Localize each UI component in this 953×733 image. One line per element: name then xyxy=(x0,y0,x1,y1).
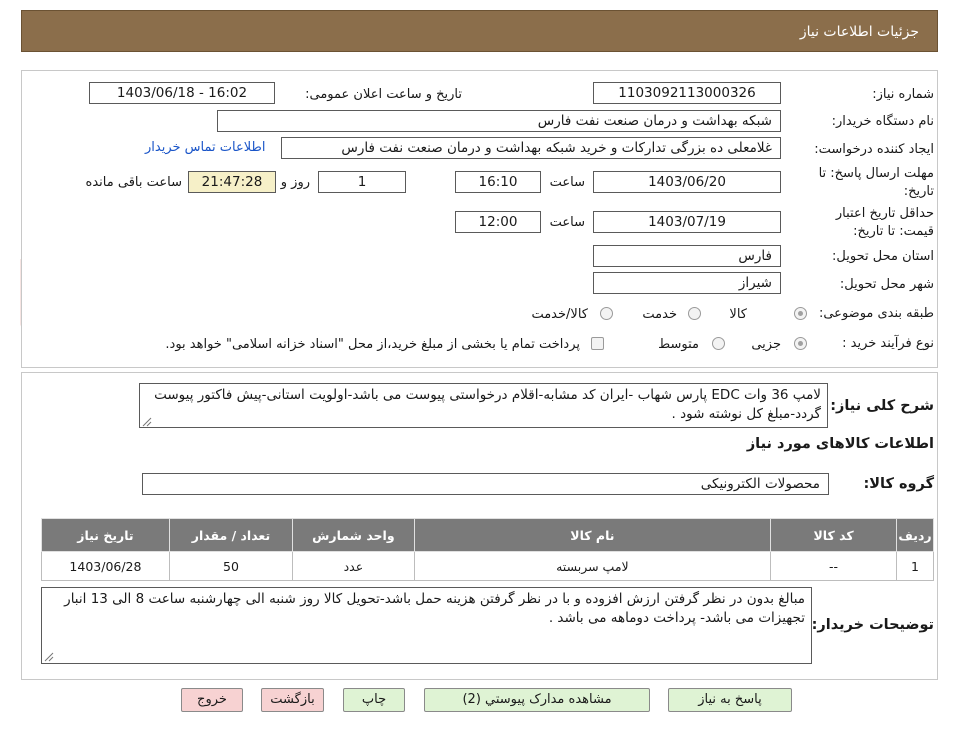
announce-field: 1403/06/18 - 16:02 xyxy=(89,82,275,104)
col-item-name: نام کالا xyxy=(413,518,772,552)
announce-label: تاریخ و ساعت اعلان عمومی: xyxy=(305,87,462,102)
page-header: جزئیات اطلاعات نیاز xyxy=(21,10,938,52)
province-label: استان محل تحویل: xyxy=(832,249,934,264)
view-attachments-button[interactable]: مشاهده مدارک پیوستي (2) xyxy=(424,688,650,712)
cell-item-code: -- xyxy=(770,551,897,581)
validity-time-field: 12:00 xyxy=(455,211,541,233)
col-unit: واحد شمارش xyxy=(292,518,415,552)
process-radio-minor[interactable] xyxy=(794,337,807,350)
category-radio-goods[interactable] xyxy=(794,307,807,320)
city-label: شهر محل تحویل: xyxy=(839,277,934,292)
treasury-payment-checkbox[interactable] xyxy=(591,337,604,350)
category-label: طبقه بندی موضوعی: xyxy=(818,306,934,321)
category-option-goods-service: کالا/خدمت xyxy=(531,307,588,322)
items-section-title: اطلاعات کالاهای مورد نیاز xyxy=(746,436,934,452)
need-number-field: 1103092113000326 xyxy=(593,82,781,104)
col-row: ردیف xyxy=(895,518,935,552)
remaining-time-field: 21:47:28 xyxy=(188,171,276,193)
validity-label-line1: حداقل تاریخ اعتبار xyxy=(835,206,934,221)
category-radio-service[interactable] xyxy=(688,307,701,320)
summary-label: شرح کلی نیاز: xyxy=(830,398,934,414)
back-button[interactable]: بازگشت xyxy=(261,688,324,712)
category-radio-goods-service[interactable] xyxy=(600,307,613,320)
creator-label: ایجاد کننده درخواست: xyxy=(814,142,934,157)
need-number-label: شماره نیاز: xyxy=(872,87,934,102)
process-option-minor: جزیی xyxy=(751,337,781,352)
buyer-org-label: نام دستگاه خریدار: xyxy=(831,114,934,129)
print-button[interactable]: چاپ xyxy=(343,688,405,712)
process-radio-medium[interactable] xyxy=(712,337,725,350)
reply-button[interactable]: پاسخ به نیاز xyxy=(668,688,792,712)
cell-quantity: 50 xyxy=(168,551,294,581)
col-quantity: تعداد / مقدار xyxy=(168,518,294,552)
cell-row-number: 1 xyxy=(895,551,935,581)
items-table-header: تاریخ نیاز تعداد / مقدار واحد شمارش نام … xyxy=(41,518,935,552)
province-field: فارس xyxy=(593,245,781,267)
table-row: 1403/06/28 50 عدد لامپ سربسته -- 1 xyxy=(41,551,935,581)
creator-field: غلامعلی ده بزرگی تدارکات و خرید شبکه بهد… xyxy=(281,137,781,159)
days-label: روز و xyxy=(280,175,310,190)
col-need-date: تاریخ نیاز xyxy=(41,518,170,552)
resize-grip-icon[interactable] xyxy=(142,417,152,427)
validity-date-field: 1403/07/19 xyxy=(593,211,781,233)
deadline-time-field: 16:10 xyxy=(455,171,541,193)
remaining-label: ساعت باقی مانده xyxy=(85,175,182,190)
buyer-notes-text: مبالغ بدون در نظر گرفتن ارزش افزوده و با… xyxy=(64,591,805,626)
deadline-time-label: ساعت xyxy=(549,175,585,190)
city-field: شیراز xyxy=(593,272,781,294)
summary-text: لامپ 36 وات EDC پارس شهاب -ایران کد مشاب… xyxy=(154,387,821,422)
deadline-date-field: 1403/06/20 xyxy=(593,171,781,193)
exit-button[interactable]: خروج xyxy=(181,688,243,712)
resize-grip-icon[interactable] xyxy=(44,652,54,662)
buyer-org-field: شبکه بهداشت و درمان صنعت نفت فارس xyxy=(217,110,781,132)
treasury-payment-note: پرداخت تمام یا بخشی از مبلغ خرید،از محل … xyxy=(165,337,580,352)
buyer-notes-textarea: مبالغ بدون در نظر گرفتن ارزش افزوده و با… xyxy=(41,587,812,664)
buyer-contact-link[interactable]: اطلاعات تماس خریدار xyxy=(145,140,265,155)
remaining-days-field: 1 xyxy=(318,171,406,193)
page-title: جزئیات اطلاعات نیاز xyxy=(799,24,919,40)
cell-need-date: 1403/06/28 xyxy=(41,551,170,581)
category-option-service: خدمت xyxy=(642,307,677,322)
process-label: نوع فرآیند خرید : xyxy=(842,336,934,351)
cell-item-name: لامپ سربسته xyxy=(413,551,772,581)
col-item-code: کد کالا xyxy=(770,518,897,552)
items-table: تاریخ نیاز تعداد / مقدار واحد شمارش نام … xyxy=(41,518,935,581)
validity-label-line2: قیمت: تا تاریخ: xyxy=(853,224,934,239)
goods-group-field: محصولات الکترونیکی xyxy=(142,473,829,495)
category-option-goods: کالا xyxy=(729,307,747,322)
validity-time-label: ساعت xyxy=(549,215,585,230)
process-option-medium: متوسط xyxy=(658,337,699,352)
summary-textarea: لامپ 36 وات EDC پارس شهاب -ایران کد مشاب… xyxy=(139,383,828,428)
deadline-label-line1: مهلت ارسال پاسخ: تا xyxy=(818,166,934,181)
deadline-label-line2: تاریخ: xyxy=(903,184,934,199)
goods-group-label: گروه کالا: xyxy=(863,476,934,492)
buyer-notes-label: توضیحات خریدار: xyxy=(811,617,934,633)
cell-unit: عدد xyxy=(292,551,415,581)
